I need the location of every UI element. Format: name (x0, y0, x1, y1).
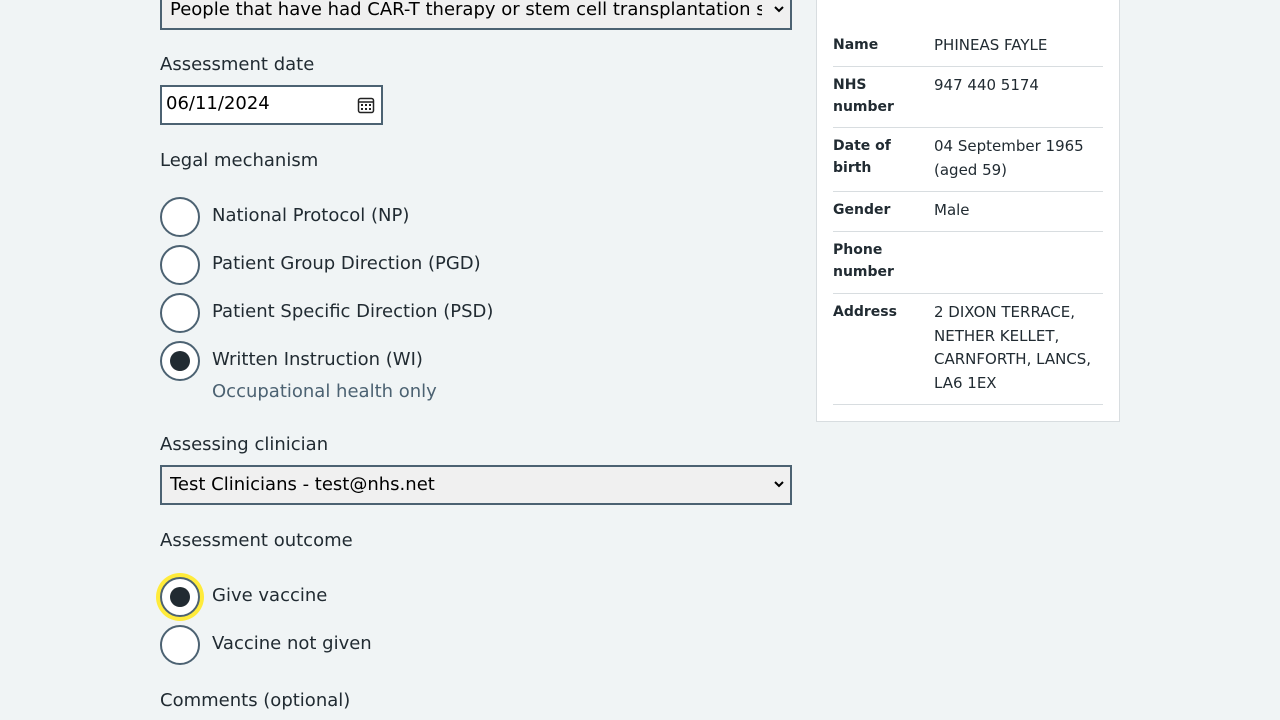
radio-hint: Occupational health only (212, 381, 437, 402)
radio-label: Give vaccine (212, 585, 328, 606)
radio-vaccine-not-given[interactable]: Vaccine not given (160, 625, 780, 665)
patient-value: Male (934, 201, 970, 219)
patient-value: 947 440 5174 (934, 76, 1039, 94)
radio-label: Written Instruction (WI) (212, 349, 423, 370)
patient-row-gender: Gender Male (833, 191, 1103, 232)
patient-key: Name (833, 37, 879, 53)
cohort-select-value: People that have had CAR-T therapy or st… (170, 0, 762, 20)
radio-circle[interactable] (160, 197, 200, 237)
radio-dot (170, 587, 190, 607)
cohort-select[interactable]: People that have had CAR-T therapy or st… (160, 0, 792, 30)
chevron-down-icon (774, 6, 784, 13)
patient-key: Gender (833, 202, 891, 218)
radio-label: National Protocol (NP) (212, 205, 410, 226)
assessing-clinician-value: Test Clinicians - test@nhs.net (170, 474, 435, 495)
assessment-date-value: 06/11/2024 (166, 93, 270, 114)
calendar-icon[interactable] (357, 96, 375, 114)
radio-circle[interactable] (160, 293, 200, 333)
radio-label: Patient Group Direction (PGD) (212, 253, 481, 274)
assessing-clinician-label: Assessing clinician (160, 434, 329, 455)
assessing-clinician-select[interactable]: Test Clinicians - test@nhs.net (160, 465, 792, 505)
assessment-date-input[interactable]: 06/11/2024 (160, 85, 383, 125)
radio-patient-specific-direction[interactable]: Patient Specific Direction (PSD) (160, 293, 780, 333)
radio-circle[interactable] (160, 625, 200, 665)
patient-key: Date of birth (833, 138, 891, 176)
patient-key: Address (833, 304, 897, 320)
patient-key: Phone number (833, 242, 894, 280)
patient-row-nhs-number: NHS number 947 440 5174 (833, 66, 1103, 128)
radio-label: Patient Specific Direction (PSD) (212, 301, 494, 322)
radio-circle-selected[interactable] (160, 577, 200, 617)
patient-row-name: Name PHINEAS FAYLE (833, 34, 1103, 67)
radio-give-vaccine[interactable]: Give vaccine (160, 577, 780, 617)
patient-row-phone-number: Phone number (833, 231, 1103, 294)
legal-mechanism-label: Legal mechanism (160, 150, 319, 171)
radio-national-protocol[interactable]: National Protocol (NP) (160, 197, 780, 237)
patient-details-card: Name PHINEAS FAYLE NHS number 947 440 51… (816, 0, 1120, 422)
patient-value: PHINEAS FAYLE (934, 36, 1048, 54)
patient-key: NHS number (833, 77, 894, 115)
radio-dot (170, 351, 190, 371)
comments-label: Comments (optional) (160, 690, 351, 711)
patient-row-date-of-birth: Date of birth 04 September 1965 (aged 59… (833, 127, 1103, 192)
patient-row-address: Address 2 DIXON TERRACE, NETHER KELLET, … (833, 293, 1103, 405)
radio-written-instruction[interactable]: Written Instruction (WI) Occupational he… (160, 341, 780, 405)
radio-patient-group-direction[interactable]: Patient Group Direction (PGD) (160, 245, 780, 285)
radio-circle[interactable] (160, 245, 200, 285)
patient-value: 2 DIXON TERRACE, NETHER KELLET, CARNFORT… (934, 303, 1092, 392)
radio-label: Vaccine not given (212, 633, 372, 654)
assessment-date-label: Assessment date (160, 54, 315, 75)
patient-value: 04 September 1965 (aged 59) (934, 137, 1084, 179)
radio-circle-selected[interactable] (160, 341, 200, 381)
chevron-down-icon (774, 481, 784, 488)
assessment-outcome-label: Assessment outcome (160, 530, 353, 551)
